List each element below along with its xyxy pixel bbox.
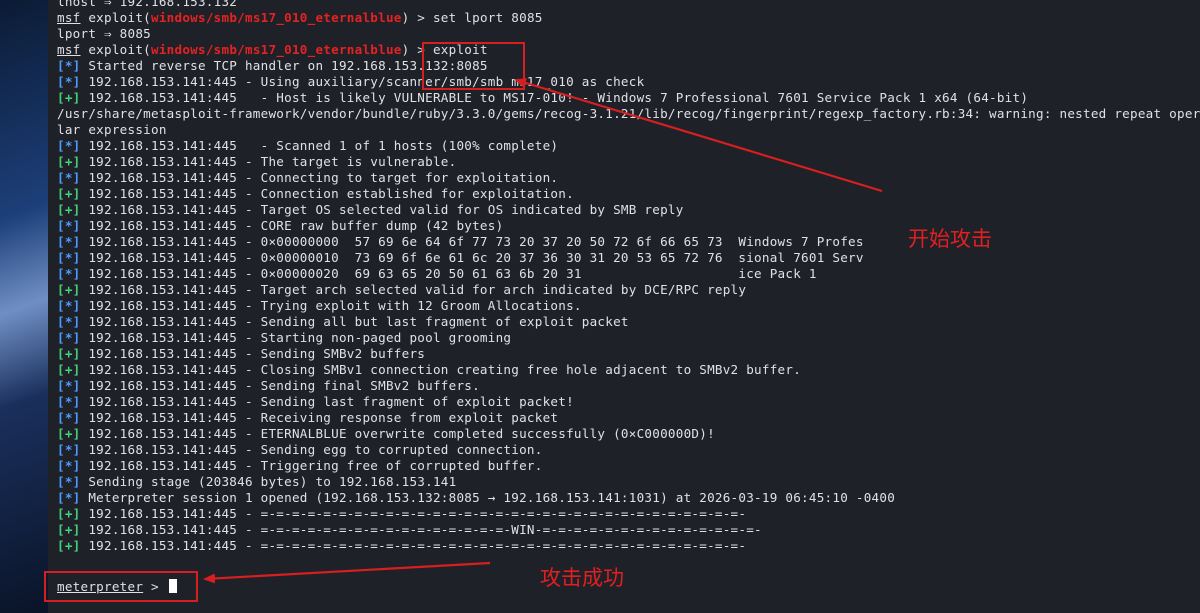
attack-success-arrow [203,561,491,584]
attack-success-label: 攻击成功 [540,566,624,590]
attack-start-label: 开始攻击 [908,227,992,251]
attack-start-arrow [514,78,883,193]
annotation-arrows [203,78,883,584]
